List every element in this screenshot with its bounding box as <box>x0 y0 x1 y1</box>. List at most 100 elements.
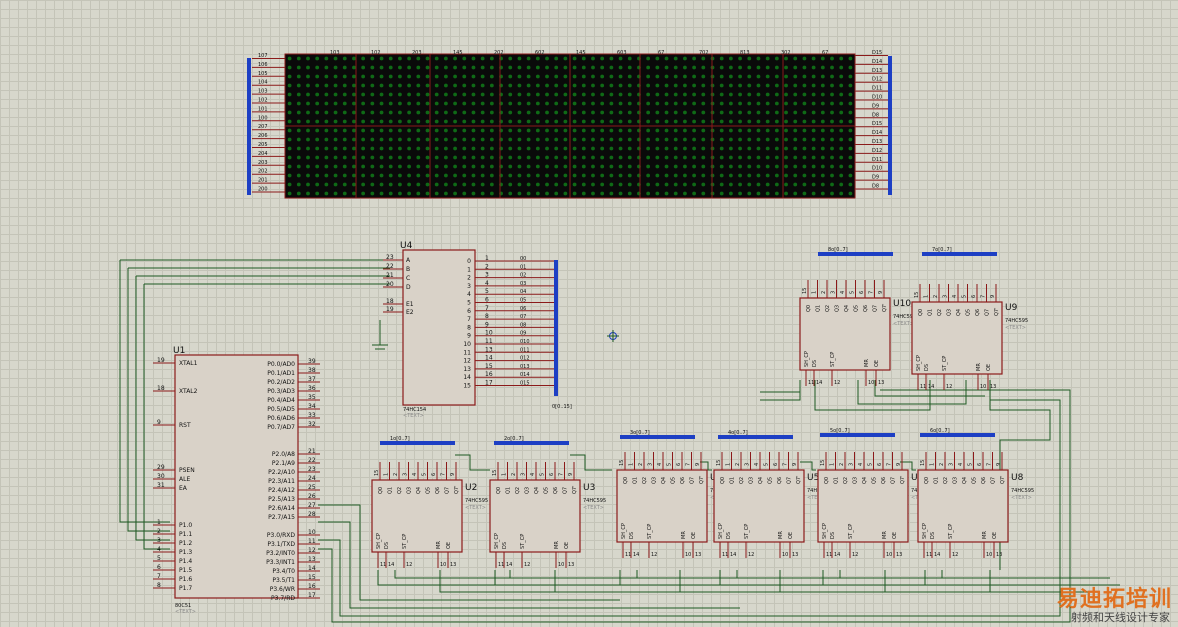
led-dot <box>361 119 366 124</box>
shift-register-q-name: Q2 <box>739 477 745 484</box>
led-dot <box>618 137 623 142</box>
led-dot <box>453 83 457 88</box>
led-dot <box>453 65 457 70</box>
led-dot <box>434 74 439 79</box>
led-dot <box>820 155 825 160</box>
led-dot <box>820 83 825 88</box>
led-dot <box>848 164 853 169</box>
mcu-right-name: P0.4/AD4 <box>267 397 295 404</box>
led-dot <box>793 65 798 70</box>
led-dot <box>618 119 623 124</box>
led-dot <box>747 56 752 61</box>
schematic-svg[interactable]: 1071061051041031021011002072062052042032… <box>0 0 1178 627</box>
led-dot <box>398 92 402 97</box>
led-dot <box>324 56 329 61</box>
shift-register-q-num: 15 <box>920 460 926 466</box>
mcu-right-name: P3.2/INT0 <box>266 550 295 557</box>
shift-register-q-name: Q5 <box>966 309 972 316</box>
led-dot <box>333 74 338 79</box>
led-dot <box>830 191 834 196</box>
led-dot <box>287 83 292 88</box>
led-dot <box>655 182 660 187</box>
shift-register-q-num: 1 <box>726 463 732 466</box>
shift-register-q-num: 2 <box>735 463 741 466</box>
shift-register-text-placeholder: <TEXT> <box>1011 495 1032 501</box>
led-dot <box>728 164 733 169</box>
led-dot <box>738 146 742 151</box>
led-dot <box>627 146 632 151</box>
led-dot <box>774 137 779 142</box>
led-dot <box>342 164 347 169</box>
shift-register-q-num: 4 <box>657 463 663 466</box>
led-dot <box>609 65 614 70</box>
schematic-canvas[interactable]: 107 106 105 104 103 102 101 100 207 206 205 204 203 2… <box>0 0 1178 627</box>
led-dot <box>591 191 595 196</box>
led-dot <box>388 164 393 169</box>
shift-register-bottom-name: OE <box>986 364 992 371</box>
led-dot <box>692 101 697 106</box>
mcu-right-name: P3.6/WR <box>270 586 295 593</box>
led-dot <box>508 155 513 160</box>
led-dot <box>453 191 457 196</box>
shift-register-q-num: 7 <box>987 463 993 466</box>
decoder-output-name: 3 <box>467 283 471 290</box>
led-dot <box>526 155 531 160</box>
shift-register-q-num: 9 <box>568 473 574 476</box>
led-dot <box>535 191 540 196</box>
led-dot <box>830 83 834 88</box>
shift-register-bus-label: 1o[0..7] <box>390 436 410 442</box>
led-dot <box>352 92 356 97</box>
led-dot <box>673 110 678 115</box>
shift-register-bottom-num: 12 <box>952 552 958 558</box>
led-dot <box>793 182 798 187</box>
led-dot <box>324 155 329 160</box>
led-dot <box>352 164 356 169</box>
decoder-output-net: 03 <box>520 281 526 287</box>
led-dot <box>692 83 697 88</box>
decoder-output-num: 2 <box>485 263 489 270</box>
shift-register-bottom-num: 11 <box>808 380 814 386</box>
led-dot <box>287 101 292 106</box>
led-dot <box>296 65 301 70</box>
led-dot <box>462 83 467 88</box>
led-dot <box>738 164 742 169</box>
led-dot <box>398 56 402 61</box>
led-dot <box>287 65 292 70</box>
led-dot <box>416 101 421 106</box>
shift-register-q-num: 15 <box>802 288 808 294</box>
led-dot <box>591 164 595 169</box>
led-dot <box>692 182 697 187</box>
led-dot <box>664 137 669 142</box>
led-dot <box>747 182 752 187</box>
matrix-top-label: 103 <box>330 50 340 56</box>
decoder-output-name: 8 <box>467 324 471 331</box>
decoder-output-num: 4 <box>485 280 489 287</box>
shift-register-bottom-name: DS <box>384 542 390 549</box>
led-dot <box>756 74 761 79</box>
led-dot <box>664 155 669 160</box>
shift-register-bottom-num: 13 <box>695 552 701 558</box>
led-dot <box>646 101 651 106</box>
led-dot <box>315 191 320 196</box>
led-dot <box>646 173 651 178</box>
decoder-input-num: 23 <box>386 254 394 261</box>
led-dot <box>443 164 448 169</box>
led-dot <box>545 56 549 61</box>
mcu-left-num: 8 <box>157 582 161 589</box>
led-dot <box>296 83 301 88</box>
shift-register-bus-label: 5o[0..7] <box>830 428 850 434</box>
led-dot <box>692 92 697 97</box>
led-dot <box>315 56 320 61</box>
led-dot <box>774 191 779 196</box>
led-dot <box>535 173 540 178</box>
shift-register-q-name: Q4 <box>534 487 540 494</box>
mcu-right-name: P2.2/A10 <box>268 469 295 476</box>
led-dot <box>830 101 834 106</box>
led-dot <box>609 101 614 106</box>
led-dot <box>306 137 310 142</box>
led-dot <box>517 155 522 160</box>
led-dot <box>683 164 687 169</box>
matrix-top-label: 102 <box>371 50 381 56</box>
led-dot <box>342 56 347 61</box>
led-dot <box>839 155 844 160</box>
